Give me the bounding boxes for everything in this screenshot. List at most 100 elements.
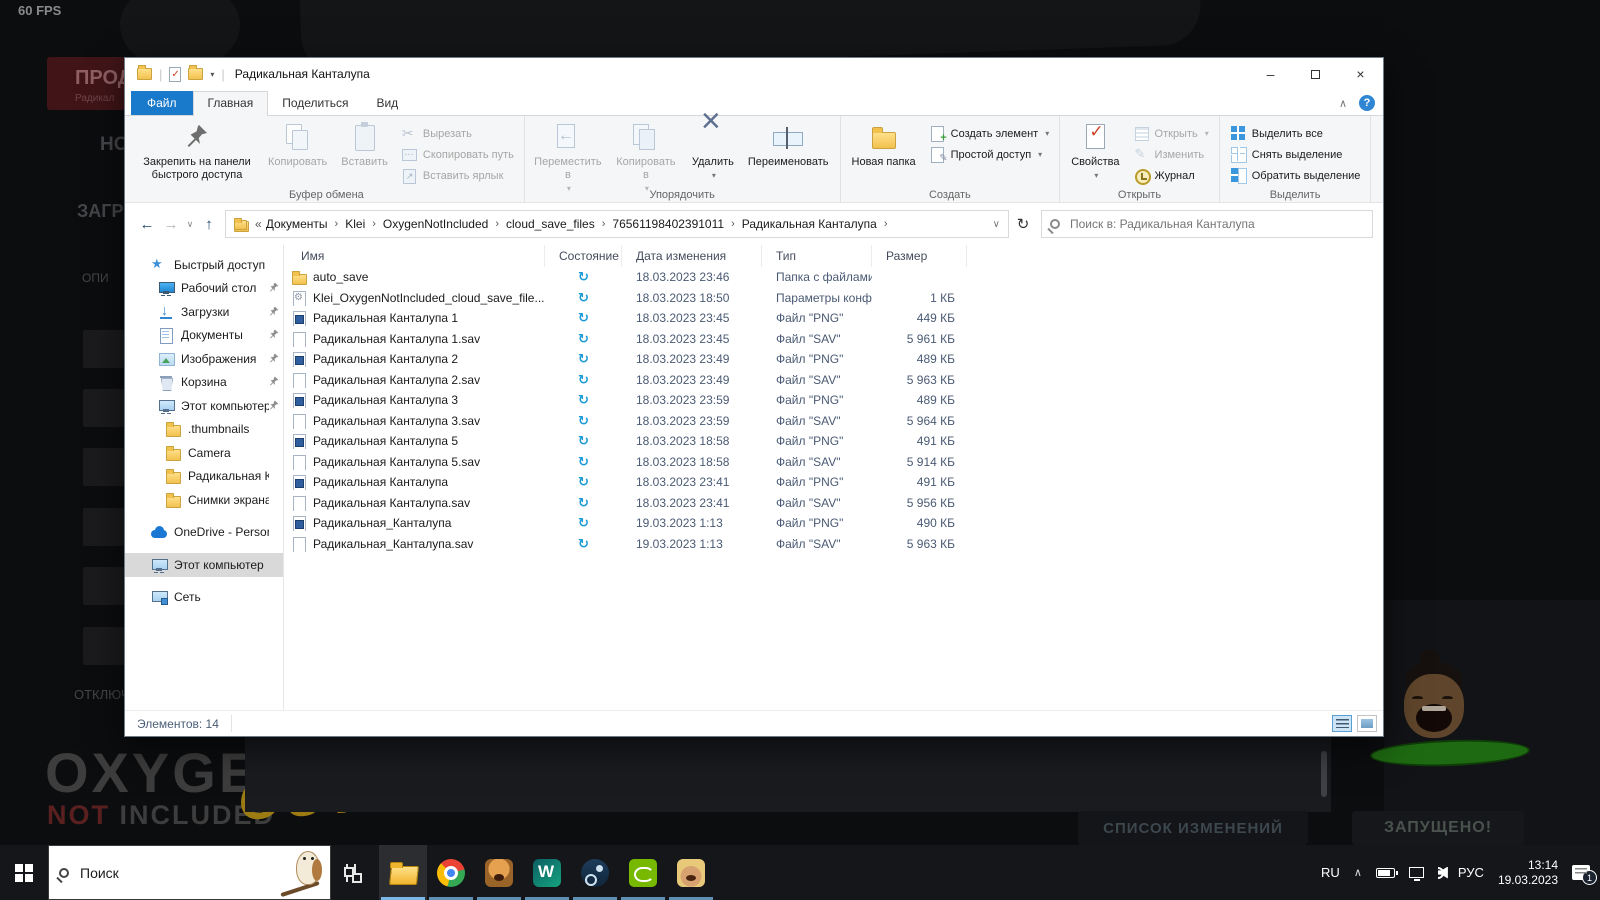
sidebar-item[interactable]: Рабочий стол bbox=[125, 277, 283, 301]
game-disconnect-button[interactable]: ОТКЛЮЧ bbox=[74, 687, 130, 702]
file-row[interactable]: Радикальная Канталупа 2.sav ↻ 18.03.2023… bbox=[284, 370, 1383, 391]
file-row[interactable]: Радикальная Канталупа ↻ 18.03.2023 23:41… bbox=[284, 472, 1383, 493]
sidebar-item[interactable]: Camera bbox=[125, 441, 283, 465]
new-item-button[interactable]: Создать элемент▾ bbox=[923, 123, 1056, 144]
taskbar-app-button[interactable] bbox=[523, 845, 571, 900]
file-row[interactable]: auto_save ↻ 18.03.2023 23:46 Папка с фай… bbox=[284, 267, 1383, 288]
select-none-button[interactable]: Снять выделение bbox=[1224, 144, 1367, 165]
maximize-button[interactable] bbox=[1293, 58, 1338, 90]
keyboard-layout-indicator[interactable]: РУС bbox=[1458, 865, 1484, 880]
folder-icon[interactable] bbox=[137, 65, 152, 80]
chevron-right-icon[interactable]: › bbox=[877, 218, 895, 230]
breadcrumb-item[interactable]: Документы › bbox=[266, 217, 346, 231]
invert-selection-button[interactable]: Обратить выделение bbox=[1224, 165, 1367, 186]
breadcrumb-item[interactable]: cloud_save_files › bbox=[506, 217, 612, 231]
taskbar-app-button[interactable] bbox=[475, 845, 523, 900]
clock[interactable]: 13:14 19.03.2023 bbox=[1498, 858, 1558, 888]
properties-button[interactable]: Свойства▾ bbox=[1064, 119, 1126, 185]
file-row[interactable]: Радикальная Канталупа 1.sav ↻ 18.03.2023… bbox=[284, 329, 1383, 350]
collapse-ribbon-icon[interactable]: ∧ bbox=[1339, 97, 1347, 110]
minimize-button[interactable]: – bbox=[1248, 58, 1293, 90]
chevron-right-icon[interactable]: › bbox=[724, 218, 742, 230]
game-load-button[interactable]: ЗАГР bbox=[77, 201, 124, 222]
taskbar-app-button[interactable] bbox=[667, 845, 715, 900]
paste-shortcut-button[interactable]: Вставить ярлык bbox=[395, 165, 520, 186]
language-indicator[interactable]: RU bbox=[1321, 865, 1340, 880]
sidebar-item[interactable]: .thumbnails bbox=[125, 418, 283, 442]
forward-button[interactable]: → bbox=[159, 216, 183, 233]
breadcrumb-item[interactable]: 76561198402391011 › bbox=[612, 217, 741, 231]
column-header-date[interactable]: Дата изменения bbox=[622, 245, 762, 267]
tab-file[interactable]: Файл bbox=[131, 91, 193, 115]
qat-dropdown-icon[interactable]: ▾ bbox=[210, 70, 214, 79]
close-button[interactable]: × bbox=[1338, 58, 1383, 90]
tray-expand-icon[interactable]: ∧ bbox=[1354, 866, 1362, 879]
chevron-right-icon[interactable]: › bbox=[595, 218, 613, 230]
sidebar-item[interactable]: Этот компьютер bbox=[125, 394, 283, 418]
sidebar-item[interactable]: OneDrive - Personal bbox=[125, 521, 283, 545]
action-center-icon[interactable]: 1 bbox=[1572, 865, 1597, 885]
sidebar-item[interactable]: Быстрый доступ bbox=[125, 253, 283, 277]
file-row[interactable]: Радикальная Канталупа 5.sav ↻ 18.03.2023… bbox=[284, 452, 1383, 473]
sidebar-item[interactable]: Документы bbox=[125, 324, 283, 348]
search-input[interactable] bbox=[1068, 216, 1364, 232]
search-box[interactable] bbox=[1041, 210, 1373, 238]
pin-to-quick-access-button[interactable]: Закрепить на панели быстрого доступа bbox=[133, 119, 261, 185]
volume-icon[interactable] bbox=[1437, 866, 1448, 879]
delete-button[interactable]: Удалить▾ bbox=[685, 115, 741, 185]
open-button[interactable]: Открыть ▾ bbox=[1127, 123, 1215, 144]
sidebar-item[interactable]: Сеть bbox=[125, 586, 283, 610]
chevron-right-icon[interactable]: › bbox=[488, 218, 506, 230]
tab-view[interactable]: Вид bbox=[362, 92, 412, 115]
file-row[interactable]: Радикальная Канталупа 2 ↻ 18.03.2023 23:… bbox=[284, 349, 1383, 370]
address-dropdown-icon[interactable]: ∨ bbox=[993, 219, 1000, 230]
file-row[interactable]: Радикальная Канталупа 3 ↻ 18.03.2023 23:… bbox=[284, 390, 1383, 411]
taskbar-search-box[interactable] bbox=[48, 845, 331, 900]
easy-access-button[interactable]: Простой доступ▾ bbox=[923, 144, 1056, 165]
properties-icon[interactable] bbox=[169, 66, 182, 82]
copy-button[interactable]: Копировать bbox=[261, 119, 334, 172]
file-row[interactable]: Радикальная_Канталупа ↻ 19.03.2023 1:13 … bbox=[284, 513, 1383, 534]
move-to-button[interactable]: Переместить в▾ bbox=[529, 119, 607, 198]
breadcrumb-item[interactable]: Радикальная Канталупа › bbox=[742, 217, 895, 231]
taskbar-app-button[interactable] bbox=[427, 845, 475, 900]
taskbar-app-button[interactable] bbox=[379, 845, 427, 900]
back-button[interactable]: ← bbox=[135, 216, 159, 233]
game-menu-button[interactable] bbox=[83, 448, 124, 486]
history-button[interactable]: Журнал bbox=[1127, 165, 1215, 186]
sidebar-item[interactable]: Загрузки bbox=[125, 300, 283, 324]
column-header-status[interactable]: Состояние bbox=[545, 245, 622, 267]
refresh-button[interactable]: ↻ bbox=[1009, 215, 1037, 233]
tab-share[interactable]: Поделиться bbox=[268, 92, 362, 115]
task-view-button[interactable] bbox=[331, 845, 371, 900]
tab-home[interactable]: Главная bbox=[192, 91, 269, 116]
breadcrumb-item[interactable]: Klei › bbox=[345, 217, 383, 231]
column-header-name[interactable]: Имя ˆ bbox=[287, 245, 545, 267]
game-menu-button[interactable] bbox=[83, 330, 124, 368]
game-menu-button[interactable] bbox=[83, 389, 124, 427]
details-view-button[interactable] bbox=[1332, 715, 1352, 732]
new-folder-button[interactable]: Новая папка bbox=[845, 119, 923, 172]
help-icon[interactable]: ? bbox=[1359, 95, 1375, 111]
sidebar-item[interactable]: Изображения bbox=[125, 347, 283, 371]
cut-button[interactable]: Вырезать bbox=[395, 123, 520, 144]
sidebar-item[interactable]: Снимки экрана bbox=[125, 488, 283, 512]
address-bar[interactable]: « Документы › Klei › OxygenNotIncluded › cl… bbox=[225, 210, 1009, 238]
network-icon[interactable] bbox=[1408, 867, 1424, 881]
chevron-right-icon[interactable]: › bbox=[328, 218, 346, 230]
file-row[interactable]: Радикальная Канталупа 1 ↻ 18.03.2023 23:… bbox=[284, 308, 1383, 329]
thumbnails-view-button[interactable] bbox=[1357, 715, 1377, 732]
recent-locations-icon[interactable]: ∨ bbox=[183, 219, 197, 230]
breadcrumb-item[interactable]: OxygenNotIncluded › bbox=[383, 217, 506, 231]
chevron-right-icon[interactable]: › bbox=[365, 218, 383, 230]
copy-to-button[interactable]: Копировать в ▾ bbox=[607, 119, 685, 198]
file-row[interactable]: Радикальная Канталупа.sav ↻ 18.03.2023 2… bbox=[284, 493, 1383, 514]
sidebar-item[interactable]: Корзина bbox=[125, 371, 283, 395]
file-row[interactable]: Радикальная_Канталупа.sav ↻ 19.03.2023 1… bbox=[284, 534, 1383, 555]
file-row[interactable]: Радикальная Канталупа 5 ↻ 18.03.2023 18:… bbox=[284, 431, 1383, 452]
copy-path-button[interactable]: Скопировать путь bbox=[395, 144, 520, 165]
paste-button[interactable]: Вставить bbox=[334, 119, 395, 172]
taskbar-app-button[interactable] bbox=[619, 845, 667, 900]
rename-button[interactable]: Переименовать bbox=[741, 119, 836, 172]
column-header-type[interactable]: Тип bbox=[762, 245, 872, 267]
